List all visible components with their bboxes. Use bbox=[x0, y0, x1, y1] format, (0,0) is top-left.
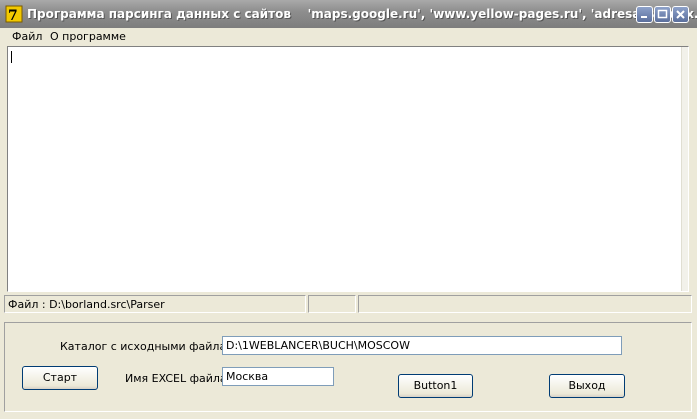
minimize-button[interactable] bbox=[636, 6, 653, 23]
excel-field[interactable]: Москва bbox=[222, 367, 334, 386]
maximize-button[interactable] bbox=[654, 6, 671, 23]
menu-bar: Файл О программе bbox=[0, 28, 697, 46]
exit-button[interactable]: Выход bbox=[549, 374, 625, 398]
status-panel-3 bbox=[358, 295, 692, 313]
catalog-field[interactable]: D:\1WEBLANCER\BUCH\MOSCOW bbox=[222, 336, 622, 355]
window-title: Программа парсинга данных с сайтов 'maps… bbox=[27, 7, 697, 21]
svg-text:7: 7 bbox=[8, 8, 18, 23]
status-bar: Файл : D:\borland.src\Parser bbox=[4, 295, 692, 314]
status-panel-file: Файл : D:\borland.src\Parser bbox=[4, 295, 306, 313]
minimize-icon bbox=[641, 16, 647, 18]
app-icon: 7 bbox=[5, 5, 23, 23]
button1[interactable]: Button1 bbox=[398, 374, 473, 398]
status-panel-2 bbox=[308, 295, 356, 313]
output-memo[interactable] bbox=[7, 46, 689, 292]
text-caret bbox=[11, 51, 12, 63]
catalog-label: Каталог с исходными файлами bbox=[60, 340, 242, 353]
main-window: 7 Программа парсинга данных с сайтов 'ma… bbox=[0, 0, 697, 419]
start-button[interactable]: Старт bbox=[22, 366, 98, 390]
menu-about[interactable]: О программе bbox=[50, 30, 126, 43]
close-button[interactable] bbox=[672, 6, 689, 23]
menu-file[interactable]: Файл bbox=[12, 30, 42, 43]
close-icon bbox=[676, 10, 685, 19]
title-bar[interactable]: 7 Программа парсинга данных с сайтов 'ma… bbox=[0, 0, 697, 28]
vertical-scrollbar[interactable] bbox=[681, 47, 688, 291]
excel-label: Имя EXCEL файла bbox=[125, 372, 227, 385]
maximize-icon bbox=[657, 9, 668, 19]
